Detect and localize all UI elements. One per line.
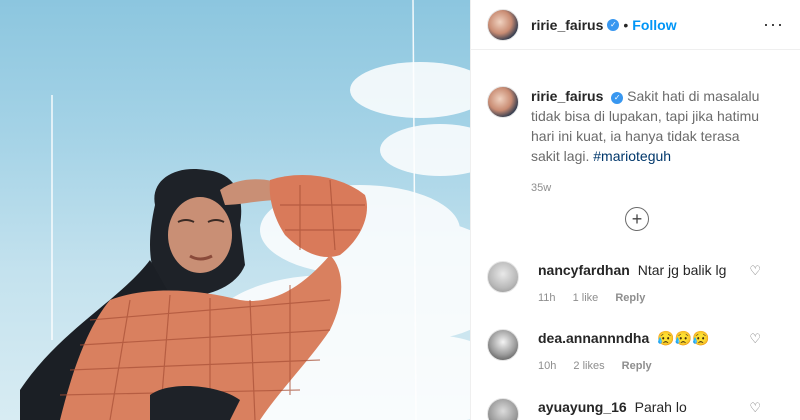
reply-button[interactable]: Reply: [622, 360, 652, 372]
caption-body: ririe_fairus ✓ Sakit hati di masalalu ti…: [531, 86, 771, 198]
heart-outline-icon[interactable]: ♡: [749, 400, 761, 416]
post-username[interactable]: ririe_fairus: [531, 17, 603, 33]
header-separator: •: [623, 16, 629, 33]
comment-avatar[interactable]: [487, 261, 519, 293]
comment-avatar[interactable]: [487, 329, 519, 361]
post-header: ririe_fairus ✓ • Follow ···: [471, 0, 800, 50]
reply-button[interactable]: Reply: [615, 292, 645, 304]
photo-illustration: [20, 0, 470, 420]
more-options-icon[interactable]: ···: [763, 14, 784, 35]
comment-username[interactable]: nancyfardhan: [538, 262, 630, 278]
comment-item: ayuayung_16 Parah lo ♡: [487, 398, 787, 420]
comment-item: nancyfardhan Ntar jg balik lg 11h 1 like…: [487, 261, 787, 307]
post-timestamp[interactable]: 35w: [531, 178, 771, 198]
comment-likes[interactable]: 1 like: [573, 292, 599, 304]
verified-badge-icon: ✓: [611, 92, 624, 104]
heart-outline-icon[interactable]: ♡: [749, 263, 761, 279]
heart-outline-icon[interactable]: ♡: [749, 331, 761, 347]
comment-username[interactable]: ayuayung_16: [538, 399, 627, 415]
verified-badge-icon: ✓: [607, 18, 620, 31]
comment-text: Parah lo: [634, 399, 687, 415]
comment-meta: 10h 2 likes Reply: [538, 357, 787, 375]
comment-meta: 11h 1 like Reply: [538, 289, 787, 307]
comment-username[interactable]: dea.annannndha: [538, 330, 649, 346]
load-more-glyph: +: [631, 209, 643, 229]
caption-hashtag[interactable]: #marioteguh: [593, 148, 671, 164]
plus-circle-icon[interactable]: +: [625, 207, 649, 231]
comment-likes[interactable]: 2 likes: [573, 360, 604, 372]
comment-avatar[interactable]: [487, 398, 519, 420]
caption-username[interactable]: ririe_fairus: [531, 88, 603, 104]
comment-text: 😥😥😥: [657, 330, 710, 346]
post-side-panel: ririe_fairus ✓ • Follow ··· ririe_fairus…: [470, 0, 800, 420]
comment-time[interactable]: 10h: [538, 360, 556, 372]
comment-text: Ntar jg balik lg: [637, 262, 727, 278]
comment-item: dea.annannndha 😥😥😥 10h 2 likes Reply ♡: [487, 329, 787, 375]
post-photo[interactable]: [0, 0, 470, 420]
comment-time[interactable]: 11h: [538, 292, 556, 304]
follow-button[interactable]: Follow: [632, 17, 676, 33]
avatar[interactable]: [487, 8, 519, 41]
caption-avatar[interactable]: [487, 86, 519, 118]
caption: ririe_fairus ✓ Sakit hati di masalalu ti…: [471, 50, 800, 198]
